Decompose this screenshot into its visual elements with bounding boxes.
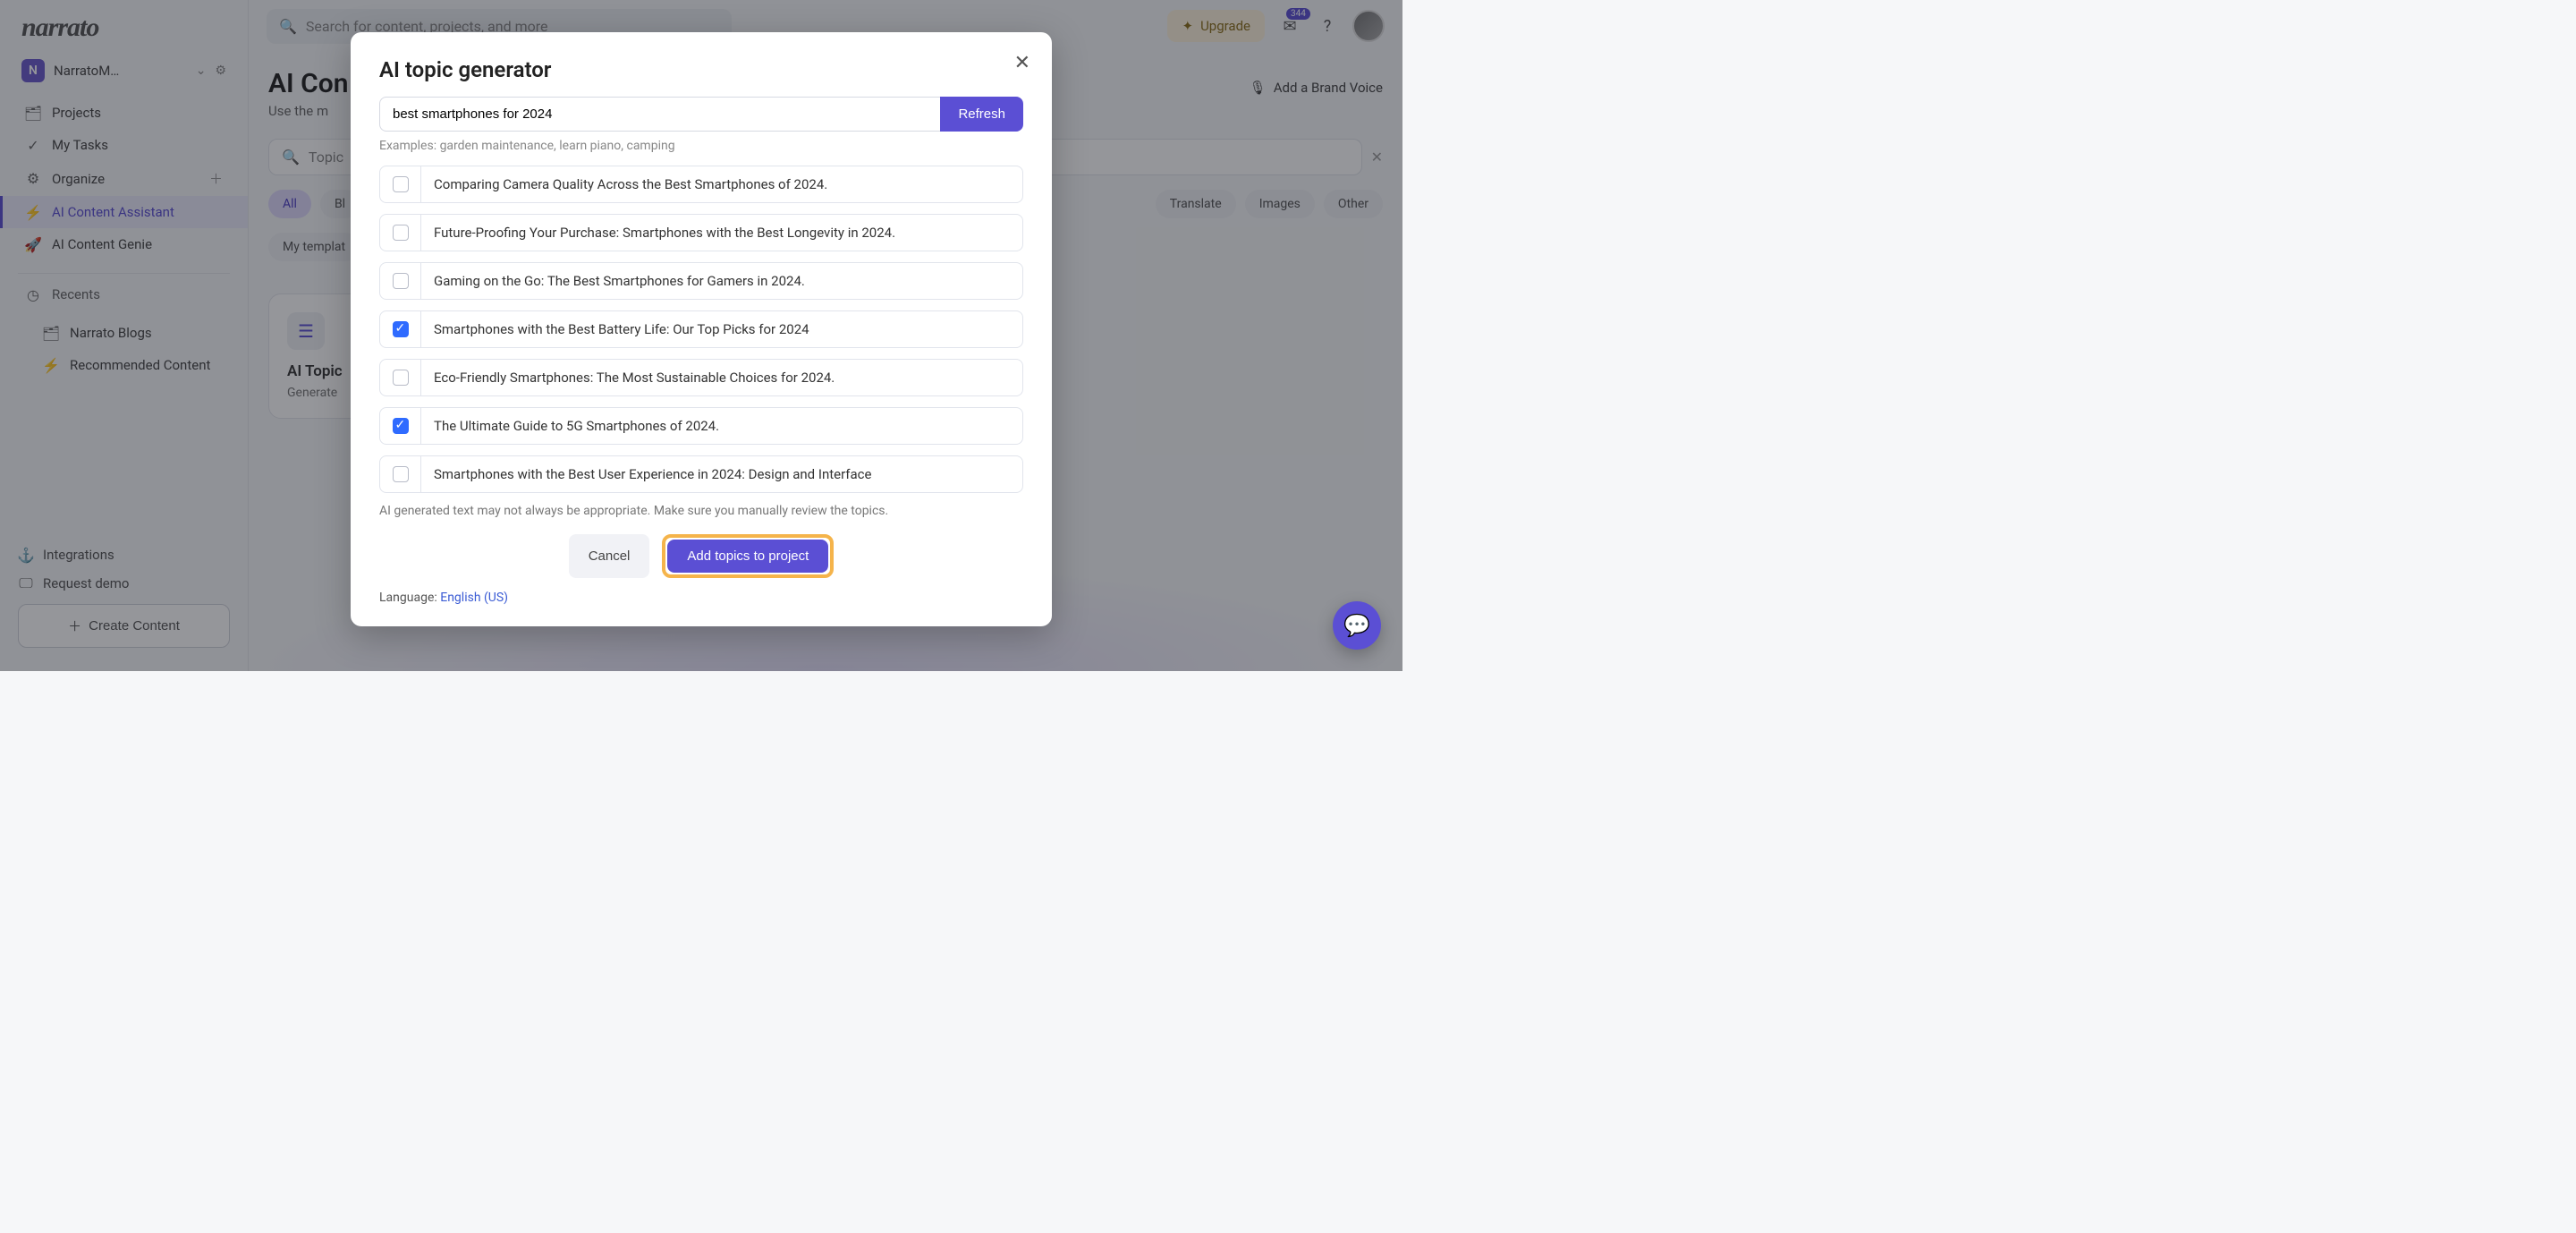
language-label: Language: [379,591,440,605]
close-button[interactable]: ✕ [1014,52,1030,74]
topic-item: Comparing Camera Quality Across the Best… [379,166,1023,203]
topic-checkbox[interactable] [393,418,409,434]
checkbox-wrap [380,166,421,202]
modal-overlay: AI topic generator ✕ Refresh Examples: g… [0,0,1402,671]
examples-hint: Examples: garden maintenance, learn pian… [379,139,1023,153]
refresh-button[interactable]: Refresh [940,97,1023,132]
checkbox-wrap [380,360,421,395]
topic-item: Gaming on the Go: The Best Smartphones f… [379,262,1023,300]
checkbox-wrap [380,263,421,299]
topic-text: Eco-Friendly Smartphones: The Most Susta… [421,370,847,386]
topic-text: Smartphones with the Best User Experienc… [421,466,884,482]
topic-text: The Ultimate Guide to 5G Smartphones of … [421,418,732,434]
topic-text: Gaming on the Go: The Best Smartphones f… [421,273,818,289]
chat-launcher[interactable]: 💬 [1333,601,1381,650]
chat-icon: 💬 [1343,613,1370,638]
topic-item: Future-Proofing Your Purchase: Smartphon… [379,214,1023,251]
topic-generator-modal: AI topic generator ✕ Refresh Examples: g… [351,32,1052,626]
modal-title: AI topic generator [379,57,1023,82]
topic-theme-input[interactable] [379,97,940,132]
topic-checkbox[interactable] [393,225,409,241]
topic-item: Smartphones with the Best Battery Life: … [379,310,1023,348]
language-link[interactable]: English (US) [440,591,508,605]
topic-checkbox[interactable] [393,176,409,192]
topic-item: Smartphones with the Best User Experienc… [379,455,1023,493]
topic-text: Future-Proofing Your Purchase: Smartphon… [421,225,908,241]
disclaimer-text: AI generated text may not always be appr… [379,504,1023,518]
add-topics-button[interactable]: Add topics to project [667,540,828,573]
topic-checkbox[interactable] [393,321,409,337]
topic-checkbox[interactable] [393,273,409,289]
cancel-button[interactable]: Cancel [569,534,650,578]
checkbox-wrap [380,311,421,347]
topic-list: Comparing Camera Quality Across the Best… [379,166,1023,493]
topic-checkbox[interactable] [393,466,409,482]
checkbox-wrap [380,215,421,251]
close-icon: ✕ [1014,52,1030,74]
topic-text: Smartphones with the Best Battery Life: … [421,321,822,337]
checkbox-wrap [380,408,421,444]
topic-item: Eco-Friendly Smartphones: The Most Susta… [379,359,1023,396]
language-row: Language: English (US) [379,591,1023,605]
topic-text: Comparing Camera Quality Across the Best… [421,176,840,192]
checkbox-wrap [380,456,421,492]
topic-item: The Ultimate Guide to 5G Smartphones of … [379,407,1023,445]
highlight-frame: Add topics to project [662,534,834,578]
topic-checkbox[interactable] [393,370,409,386]
